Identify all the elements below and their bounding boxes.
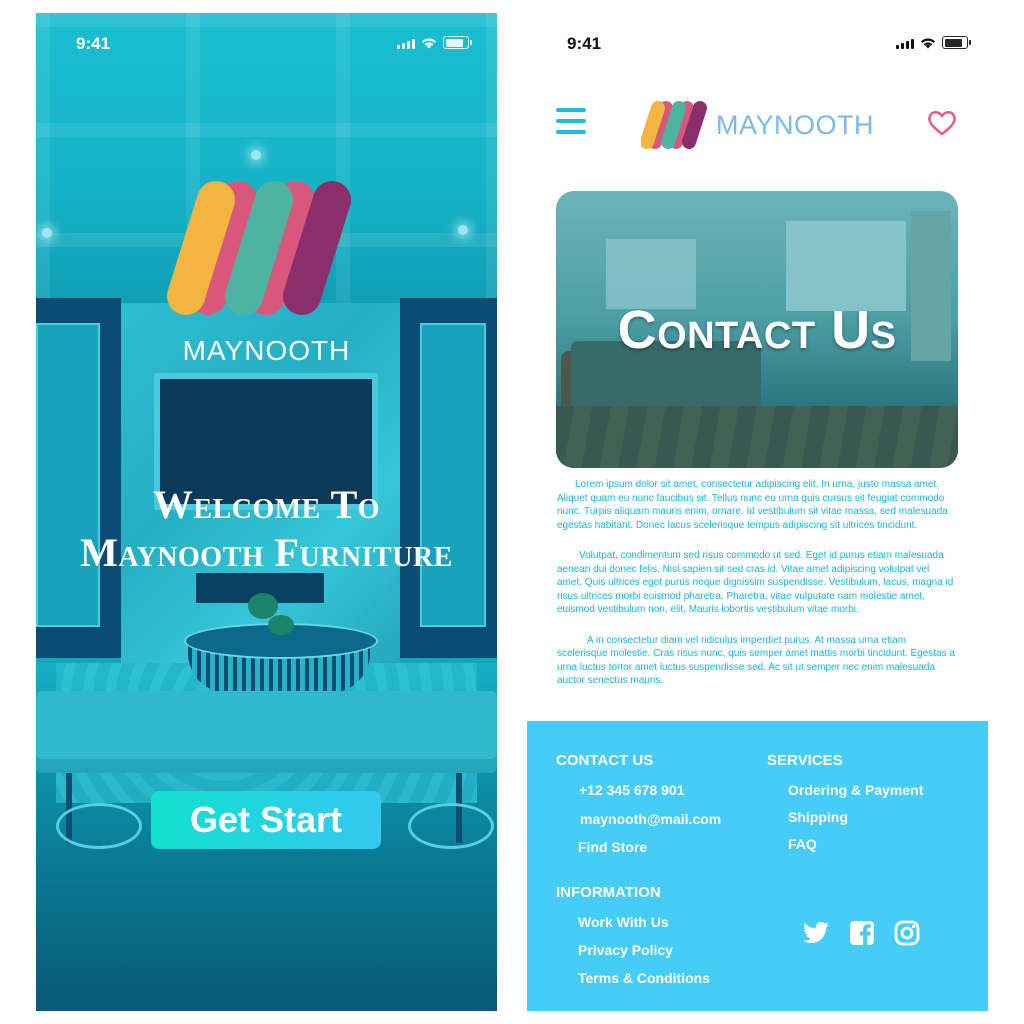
paragraph: Volutpat, condimentum sed risus commodo …	[557, 550, 954, 615]
footer-work-with-us-link[interactable]: Work With Us	[578, 914, 669, 930]
battery-icon	[443, 36, 472, 49]
hamburger-menu-icon[interactable]	[556, 108, 588, 136]
status-time: 9:41	[567, 34, 602, 53]
instagram-icon[interactable]	[892, 918, 922, 948]
footer-find-store-link[interactable]: Find Store	[578, 839, 647, 855]
paragraph: Lorem ipsum dolor sit amet, consectetur …	[557, 479, 948, 531]
footer-shipping-link[interactable]: Shipping	[788, 809, 848, 825]
footer-email-link[interactable]: maynooth@mail.com	[580, 811, 721, 827]
facebook-icon[interactable]	[847, 918, 877, 948]
footer-contact-heading: CONTACT US	[556, 752, 654, 769]
status-bar: 9:41	[36, 13, 497, 73]
paragraph: A in consectetur diam vel ridiculus impe…	[557, 634, 955, 687]
battery-icon	[942, 36, 971, 49]
footer: CONTACT US +12 345 678 901 maynooth@mail…	[527, 721, 988, 1011]
contact-hero-image: Contact Us	[556, 191, 958, 468]
footer-faq-link[interactable]: FAQ	[788, 836, 817, 852]
contact-body-text: Lorem ipsum dolor sit amet, consectetur …	[557, 478, 957, 705]
wifi-icon	[921, 38, 935, 49]
brand-name: MAYNOOTH	[716, 110, 874, 140]
status-time: 9:41	[76, 34, 111, 53]
hero-title: Contact Us	[617, 300, 897, 360]
footer-information-heading: INFORMATION	[556, 884, 661, 901]
footer-terms-link[interactable]: Terms & Conditions	[578, 970, 710, 986]
welcome-heading: Welcome To Maynooth Furniture	[80, 482, 453, 575]
footer-services-heading: SERVICES	[767, 752, 843, 769]
heart-icon[interactable]	[927, 109, 957, 137]
cellular-signal-icon	[896, 39, 914, 49]
maynooth-logo	[167, 181, 351, 315]
cellular-signal-icon	[397, 39, 415, 49]
brand-name: MAYNOOTH	[182, 335, 351, 366]
footer-ordering-payment-link[interactable]: Ordering & Payment	[788, 782, 923, 798]
contact-screen: 9:41 MAYNOOTH Contact Us Lorem ipsum dol…	[527, 13, 988, 1011]
footer-privacy-policy-link[interactable]: Privacy Policy	[578, 942, 673, 958]
get-start-button[interactable]: Get Start	[151, 791, 381, 849]
twitter-icon[interactable]	[801, 918, 831, 948]
splash-screen: 9:41 MAYNOOTH Welcome To Maynooth Furnit…	[36, 13, 497, 1011]
footer-phone-link[interactable]: +12 345 678 901	[579, 782, 685, 798]
maynooth-logo	[641, 101, 707, 149]
wifi-icon	[422, 38, 436, 49]
status-bar: 9:41	[527, 13, 988, 73]
